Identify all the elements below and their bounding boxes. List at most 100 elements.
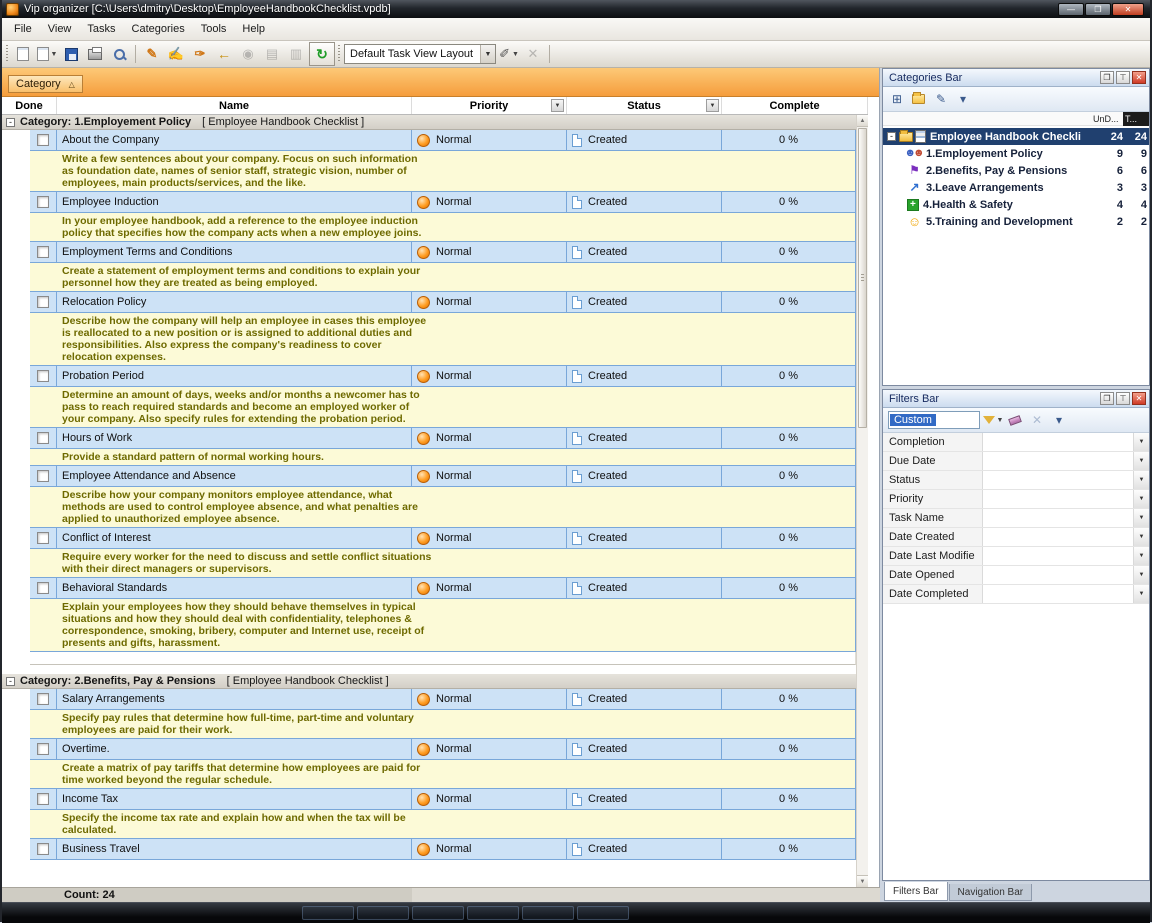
scrollbar-thumb[interactable] xyxy=(858,128,867,428)
task-checkbox[interactable] xyxy=(37,432,49,444)
add-checklist-icon[interactable]: ⊞ xyxy=(888,90,906,108)
filter-value-dropdown[interactable]: ▼ xyxy=(1133,528,1149,546)
task-row[interactable]: Employee InductionNormalCreated0 % xyxy=(30,192,856,213)
tree-item[interactable]: 4.Health & Safety44 xyxy=(883,196,1149,213)
task-row[interactable]: Hours of WorkNormalCreated0 % xyxy=(30,428,856,449)
filter-more-dropdown[interactable]: ▾ xyxy=(1050,411,1068,429)
task-row[interactable]: Salary ArrangementsNormalCreated0 % xyxy=(30,689,856,710)
clear-filter-icon[interactable] xyxy=(1006,411,1024,429)
task-description-row[interactable]: Describe how your company monitors emplo… xyxy=(30,487,856,528)
filters-restore-icon[interactable]: ❐ xyxy=(1100,392,1114,405)
column-done[interactable]: Done xyxy=(2,97,57,114)
filter-field-value[interactable] xyxy=(983,490,1133,508)
task-description-row[interactable]: Provide a standard pattern of normal wor… xyxy=(30,449,856,466)
status-filter-dropdown[interactable]: ▼ xyxy=(706,99,719,112)
filter-value-dropdown[interactable]: ▼ xyxy=(1133,433,1149,451)
layout-combobox[interactable]: Default Task View Layout ▼ xyxy=(344,44,496,64)
apply-filter-icon[interactable]: ▼ xyxy=(984,411,1002,429)
categories-restore-icon[interactable]: ❐ xyxy=(1100,71,1114,84)
menu-tasks[interactable]: Tasks xyxy=(79,19,123,39)
total-column-header[interactable]: T... xyxy=(1123,112,1149,126)
task-checkbox[interactable] xyxy=(37,246,49,258)
task-description-row[interactable]: Determine an amount of days, weeks and/o… xyxy=(30,387,856,428)
filter-preset-combobox[interactable]: Custom xyxy=(888,411,980,429)
group-by-category-chip[interactable]: Category △ xyxy=(8,75,83,93)
task-checkbox[interactable] xyxy=(37,532,49,544)
tab-navigation-bar[interactable]: Navigation Bar xyxy=(949,884,1033,901)
tree-item[interactable]: 5.Training and Development22 xyxy=(883,213,1149,230)
task-description-row[interactable]: Write a few sentences about your company… xyxy=(30,151,856,192)
scroll-up-icon[interactable]: ▲ xyxy=(857,115,868,127)
new-document-icon[interactable] xyxy=(12,43,34,65)
task-checkbox[interactable] xyxy=(37,793,49,805)
task-checkbox[interactable] xyxy=(37,843,49,855)
filter-value-dropdown[interactable]: ▼ xyxy=(1133,547,1149,565)
column-priority[interactable]: Priority ▼ xyxy=(412,97,567,114)
task-row[interactable]: About the CompanyNormalCreated0 % xyxy=(30,130,856,151)
task-description-row[interactable]: Specify pay rules that determine how ful… xyxy=(30,710,856,739)
collapse-group-icon[interactable]: - xyxy=(6,677,15,686)
filter-field-value[interactable] xyxy=(983,585,1133,603)
customize-view-icon[interactable]: ✐▼ xyxy=(498,43,520,65)
category-more-dropdown[interactable]: ▾ xyxy=(954,90,972,108)
print-preview-icon[interactable] xyxy=(108,43,130,65)
task-row[interactable]: Business TravelNormalCreated0 % xyxy=(30,839,856,860)
undone-column-header[interactable]: UnD... xyxy=(1093,114,1123,124)
filters-close-icon[interactable]: ✕ xyxy=(1132,392,1146,405)
vertical-scrollbar[interactable]: ▲ ▼ xyxy=(856,115,868,887)
column-status[interactable]: Status ▼ xyxy=(567,97,722,114)
task-row[interactable]: Income TaxNormalCreated0 % xyxy=(30,789,856,810)
task-row[interactable]: Probation PeriodNormalCreated0 % xyxy=(30,366,856,387)
add-category-icon[interactable] xyxy=(910,90,928,108)
menu-categories[interactable]: Categories xyxy=(124,19,193,39)
filter-value-dropdown[interactable]: ▼ xyxy=(1133,471,1149,489)
move-down-icon[interactable]: ▥ xyxy=(285,43,307,65)
menu-tools[interactable]: Tools xyxy=(193,19,235,39)
task-description-row[interactable]: Describe how the company will help an em… xyxy=(30,313,856,366)
task-row[interactable]: Employment Terms and ConditionsNormalCre… xyxy=(30,242,856,263)
toolbar-grip-2[interactable] xyxy=(337,45,342,63)
move-up-icon[interactable]: ▤ xyxy=(261,43,283,65)
group-header-row[interactable]: -Category: 1.Employement Policy[ Employe… xyxy=(2,115,856,130)
task-row[interactable]: Employee Attendance and AbsenceNormalCre… xyxy=(30,466,856,487)
task-row[interactable]: Behavioral StandardsNormalCreated0 % xyxy=(30,578,856,599)
layout-combobox-arrow[interactable]: ▼ xyxy=(480,45,495,63)
task-checkbox[interactable] xyxy=(37,743,49,755)
add-task-icon[interactable]: ✎ xyxy=(141,43,163,65)
maximize-button[interactable]: ❐ xyxy=(1085,3,1111,16)
filter-field-value[interactable] xyxy=(983,433,1133,451)
filter-value-dropdown[interactable]: ▼ xyxy=(1133,490,1149,508)
task-row[interactable]: Conflict of InterestNormalCreated0 % xyxy=(30,528,856,549)
filters-pin-icon[interactable]: ⊤ xyxy=(1116,392,1130,405)
filter-field-value[interactable] xyxy=(983,471,1133,489)
menu-file[interactable]: File xyxy=(6,19,40,39)
task-checkbox[interactable] xyxy=(37,196,49,208)
categories-pin-icon[interactable]: ⊤ xyxy=(1116,71,1130,84)
task-description-row[interactable]: Create a statement of employment terms a… xyxy=(30,263,856,292)
tree-item[interactable]: 2.Benefits, Pay & Pensions66 xyxy=(883,162,1149,179)
filter-value-dropdown[interactable]: ▼ xyxy=(1133,585,1149,603)
complete-task-icon[interactable]: ◉ xyxy=(237,43,259,65)
scroll-down-icon[interactable]: ▼ xyxy=(857,875,868,887)
tree-item[interactable]: 3.Leave Arrangements33 xyxy=(883,179,1149,196)
refresh-run-icon[interactable]: ↻ xyxy=(309,42,335,66)
task-checkbox[interactable] xyxy=(37,134,49,146)
task-checkbox[interactable] xyxy=(37,296,49,308)
priority-filter-dropdown[interactable]: ▼ xyxy=(551,99,564,112)
task-row[interactable]: Overtime.NormalCreated0 % xyxy=(30,739,856,760)
toolbar-grip[interactable] xyxy=(5,45,10,63)
tree-item[interactable]: -Employee Handbook Checkli2424 xyxy=(883,128,1149,145)
filter-field-value[interactable] xyxy=(983,566,1133,584)
task-description-row[interactable]: Explain your employees how they should b… xyxy=(30,599,856,652)
notes-icon[interactable]: ✑ xyxy=(189,43,211,65)
task-description-row[interactable]: Require every worker for the need to dis… xyxy=(30,549,856,578)
delete-filter-icon[interactable]: ✕ xyxy=(1028,411,1046,429)
task-checkbox[interactable] xyxy=(37,582,49,594)
task-checkbox[interactable] xyxy=(37,470,49,482)
filter-field-value[interactable] xyxy=(983,509,1133,527)
save-icon[interactable] xyxy=(60,43,82,65)
edit-task-icon[interactable]: ✍ xyxy=(165,43,187,65)
back-arrow-icon[interactable]: ← xyxy=(213,43,235,65)
tree-item[interactable]: 1.Employement Policy99 xyxy=(883,145,1149,162)
column-name[interactable]: Name xyxy=(57,97,412,114)
